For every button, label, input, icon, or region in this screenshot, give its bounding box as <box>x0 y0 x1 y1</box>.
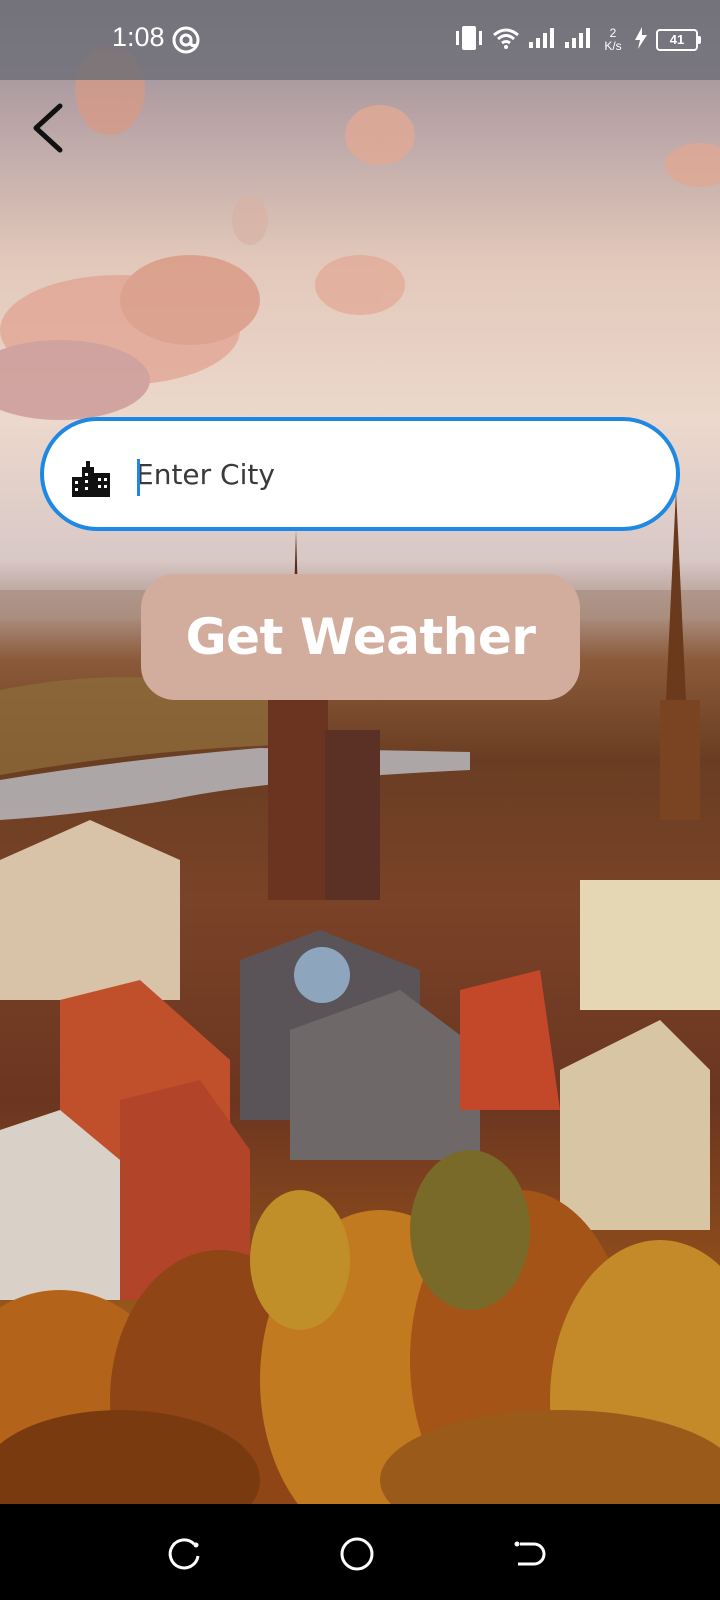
back-button[interactable] <box>22 96 78 160</box>
city-search-field[interactable] <box>40 417 680 531</box>
network-speed-unit: K/s <box>604 39 622 53</box>
back-nav-icon[interactable] <box>508 1534 548 1574</box>
at-sign-icon <box>171 25 201 60</box>
vibrate-icon <box>454 25 484 56</box>
text-cursor <box>137 459 140 496</box>
battery-icon: 41 <box>656 29 701 51</box>
get-weather-button[interactable]: Get Weather <box>141 574 580 700</box>
recents-icon[interactable] <box>164 1534 204 1574</box>
system-navigation-bar <box>0 1504 720 1600</box>
charging-icon <box>634 26 648 54</box>
status-bar: 1:08 2 K/s 41 <box>0 0 720 80</box>
signal-icon <box>528 27 556 54</box>
wifi-icon <box>492 27 520 54</box>
city-background-image <box>0 0 720 1504</box>
chevron-left-icon <box>33 103 63 153</box>
city-buildings-icon <box>72 461 110 502</box>
signal-icon <box>564 27 592 54</box>
status-time: 1:08 <box>112 22 165 52</box>
network-speed: 2 K/s <box>600 27 626 53</box>
city-input[interactable] <box>136 449 656 499</box>
home-icon[interactable] <box>337 1534 377 1574</box>
